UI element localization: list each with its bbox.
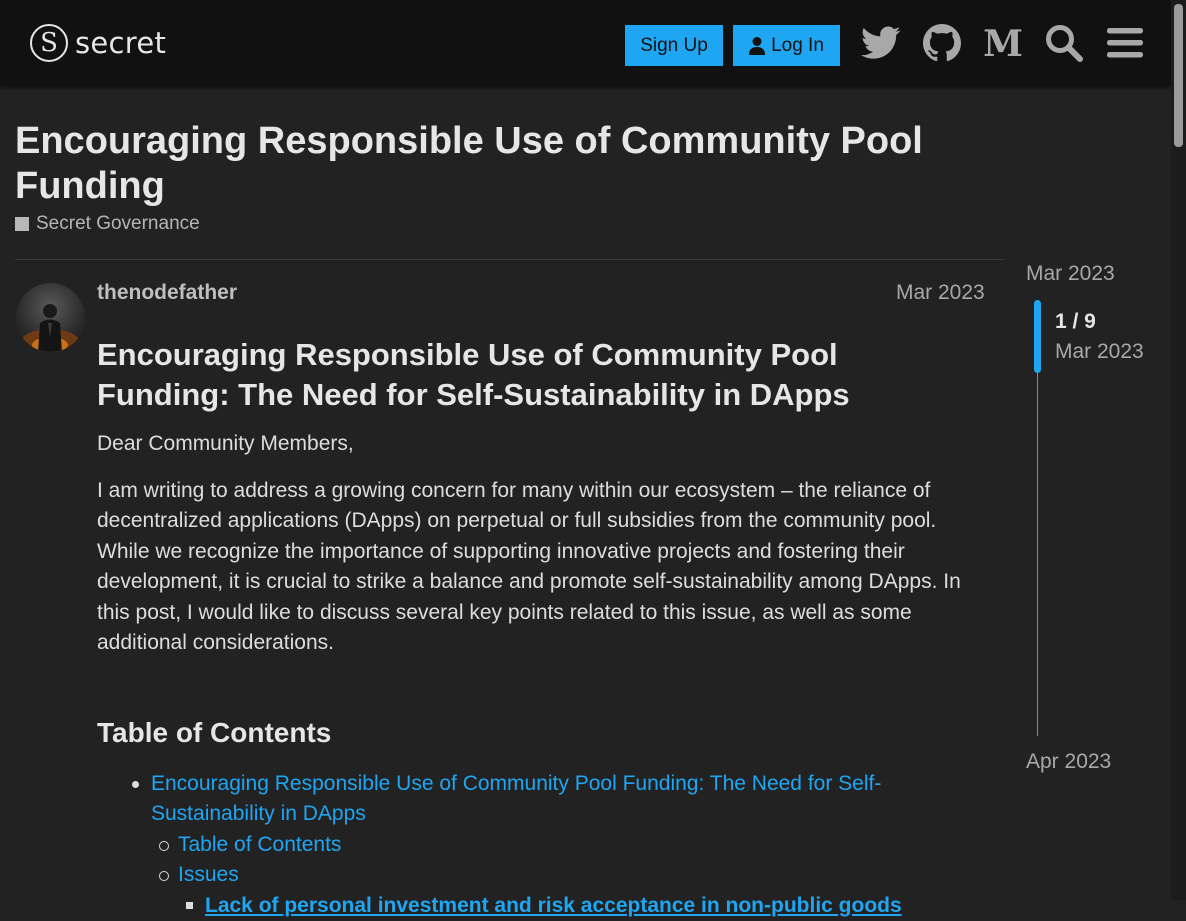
timeline-start-date[interactable]: Mar 2023	[1026, 262, 1115, 286]
post-intro: I am writing to address a growing concer…	[97, 476, 977, 659]
toc-link-issues[interactable]: Issues	[178, 863, 239, 886]
post-username[interactable]: thenodefather	[97, 281, 237, 305]
logo-text: secret	[75, 26, 166, 60]
scrollbar-thumb[interactable]	[1174, 4, 1183, 147]
post-date[interactable]: Mar 2023	[896, 281, 985, 305]
post-heading: Encouraging Responsible Use of Community…	[97, 335, 977, 415]
log-in-button[interactable]: Log In	[733, 25, 840, 66]
toc-item: Issues	[97, 860, 977, 891]
toc-link-contents[interactable]: Table of Contents	[178, 833, 341, 856]
post-body: Encouraging Responsible Use of Community…	[97, 335, 977, 921]
medium-icon[interactable]: M	[982, 22, 1024, 64]
toc-item: Table of Contents	[97, 830, 977, 861]
toc-item: Encouraging Responsible Use of Community…	[97, 769, 977, 830]
page-scrollbar[interactable]	[1171, 0, 1186, 900]
user-icon	[749, 37, 765, 55]
timeline-post-count: 1 / 9	[1055, 310, 1096, 334]
sign-up-button[interactable]: Sign Up	[625, 25, 723, 66]
toc-item: Lack of personal investment and risk acc…	[97, 891, 977, 921]
topic-title[interactable]: Encouraging Responsible Use of Community…	[15, 119, 995, 209]
post-greeting: Dear Community Members,	[97, 429, 977, 460]
toc-heading: Table of Contents	[97, 715, 977, 751]
avatar[interactable]	[16, 283, 85, 352]
timeline-end-date[interactable]: Apr 2023	[1026, 750, 1111, 774]
svg-text:M: M	[983, 26, 1023, 60]
search-icon[interactable]	[1043, 22, 1085, 64]
title-divider	[15, 259, 1004, 260]
menu-icon[interactable]	[1104, 22, 1146, 64]
toc-link-investment[interactable]: Lack of personal investment and risk acc…	[205, 894, 902, 917]
site-logo[interactable]: S secret	[30, 24, 166, 62]
secret-logo-icon: S	[30, 24, 68, 62]
timeline-scroll-handle[interactable]	[1034, 300, 1041, 373]
category-badge[interactable]: Secret Governance	[15, 213, 200, 235]
category-name: Secret Governance	[36, 213, 200, 235]
toc-link-main[interactable]: Encouraging Responsible Use of Community…	[151, 772, 881, 826]
twitter-icon[interactable]	[860, 22, 902, 64]
category-color-icon	[15, 217, 29, 231]
table-of-contents: Encouraging Responsible Use of Community…	[97, 769, 977, 921]
log-in-label: Log In	[771, 35, 824, 57]
github-icon[interactable]	[921, 22, 963, 64]
avatar-image	[16, 283, 85, 352]
site-header: S secret Sign Up Log In M	[0, 0, 1171, 86]
timeline-current-date: Mar 2023	[1055, 340, 1144, 364]
